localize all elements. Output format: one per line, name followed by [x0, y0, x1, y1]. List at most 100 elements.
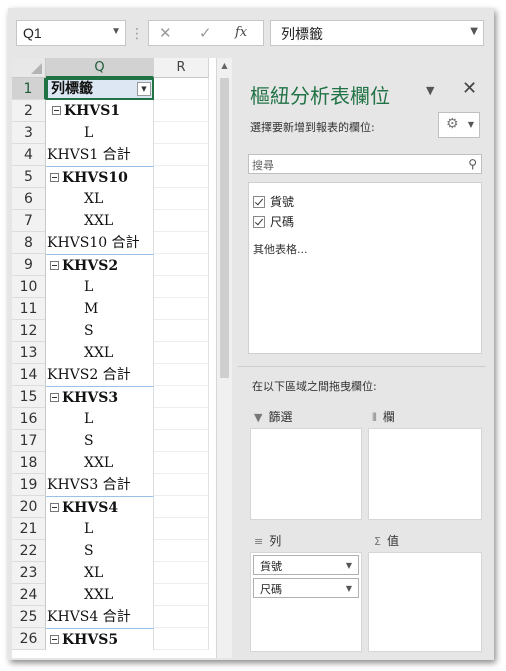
filter-dropdown-icon[interactable]: ▼ [137, 82, 151, 96]
empty-cell[interactable] [154, 254, 209, 276]
collapse-minus-icon[interactable] [50, 635, 59, 644]
empty-cell[interactable] [154, 78, 209, 100]
row-header[interactable]: 7 [12, 210, 46, 232]
collapse-minus-icon[interactable] [50, 503, 59, 512]
empty-cell[interactable] [154, 210, 209, 232]
column-header-q[interactable]: Q [46, 58, 154, 78]
row-header[interactable]: 21 [12, 518, 46, 540]
empty-cell[interactable] [154, 584, 209, 606]
pivot-cell[interactable]: S [46, 430, 154, 452]
pivot-group-cell[interactable]: KHVS2 [46, 254, 154, 276]
collapse-minus-icon[interactable] [50, 261, 59, 270]
empty-cell[interactable] [154, 232, 209, 254]
pivot-cell[interactable]: L [46, 408, 154, 430]
row-field-chip[interactable]: 尺碼 ▼ [253, 578, 359, 598]
filters-drop-area[interactable] [250, 428, 362, 520]
pivot-cell[interactable]: S [46, 320, 154, 342]
pivot-cell[interactable]: XL [46, 562, 154, 584]
row-header[interactable]: 18 [12, 452, 46, 474]
rows-drop-area[interactable]: 貨號 ▼ 尺碼 ▼ [250, 552, 362, 652]
pivot-cell[interactable]: L [46, 122, 154, 144]
row-header[interactable]: 23 [12, 562, 46, 584]
column-header-r[interactable]: R [154, 58, 209, 78]
pivot-cell[interactable]: M [46, 298, 154, 320]
row-header[interactable]: 15 [12, 386, 46, 408]
name-box[interactable]: Q1 ▼ [16, 20, 126, 46]
row-header[interactable]: 13 [12, 342, 46, 364]
collapse-minus-icon[interactable] [50, 173, 59, 182]
pivot-cell[interactable]: KHVS4 合計 [46, 606, 154, 628]
row-header[interactable]: 22 [12, 540, 46, 562]
pivot-cell[interactable]: XL [46, 188, 154, 210]
row-header[interactable]: 10 [12, 276, 46, 298]
pivot-group-cell[interactable]: KHVS3 [46, 386, 154, 408]
pivot-cell[interactable]: L [46, 518, 154, 540]
close-icon[interactable]: ✕ [462, 78, 477, 99]
row-header[interactable]: 24 [12, 584, 46, 606]
empty-cell[interactable] [154, 144, 209, 166]
row-header[interactable]: 25 [12, 606, 46, 628]
empty-cell[interactable] [154, 518, 209, 540]
field-item[interactable]: 貨號 [253, 193, 294, 210]
more-tables-link[interactable]: 其他表格... [253, 241, 308, 257]
pivot-group-cell[interactable]: KHVS1 [46, 100, 154, 122]
empty-cell[interactable] [154, 628, 209, 650]
pivot-group-cell[interactable]: KHVS10 [46, 166, 154, 188]
collapse-minus-icon[interactable] [50, 393, 59, 402]
row-header[interactable]: 14 [12, 364, 46, 386]
pivot-cell[interactable]: KHVS1 合計 [46, 144, 154, 166]
row-header[interactable]: 5 [12, 166, 46, 188]
columns-drop-area[interactable] [368, 428, 482, 520]
empty-cell[interactable] [154, 364, 209, 386]
empty-cell[interactable] [154, 496, 209, 518]
pivot-cell[interactable]: KHVS2 合計 [46, 364, 154, 386]
pivot-cell[interactable]: KHVS10 合計 [46, 232, 154, 254]
empty-cell[interactable] [154, 188, 209, 210]
empty-cell[interactable] [154, 122, 209, 144]
scroll-thumb[interactable] [220, 78, 229, 378]
tools-gear-button[interactable]: ⚙ ▼ [438, 112, 480, 138]
cancel-icon[interactable]: ✕ [159, 24, 172, 42]
empty-cell[interactable] [154, 276, 209, 298]
row-header[interactable]: 11 [12, 298, 46, 320]
row-header[interactable]: 20 [12, 496, 46, 518]
pivot-cell[interactable]: L [46, 276, 154, 298]
pane-options-chevron-icon[interactable]: ▼ [426, 84, 434, 97]
pivot-cell[interactable]: XXL [46, 342, 154, 364]
empty-cell[interactable] [154, 386, 209, 408]
empty-cell[interactable] [154, 474, 209, 496]
pane-divider[interactable] [238, 366, 486, 367]
row-header[interactable]: 2 [12, 100, 46, 122]
row-header[interactable]: 8 [12, 232, 46, 254]
empty-cell[interactable] [154, 606, 209, 628]
values-drop-area[interactable] [368, 552, 482, 652]
row-field-chip[interactable]: 貨號 ▼ [253, 555, 359, 575]
row-header[interactable]: 16 [12, 408, 46, 430]
empty-cell[interactable] [154, 100, 209, 122]
empty-cell[interactable] [154, 320, 209, 342]
select-all-corner[interactable] [12, 58, 46, 78]
empty-cell[interactable] [154, 408, 209, 430]
empty-cell[interactable] [154, 562, 209, 584]
insert-function-icon[interactable]: fx [235, 25, 247, 40]
pivot-cell[interactable]: S [46, 540, 154, 562]
empty-cell[interactable] [154, 452, 209, 474]
row-header[interactable]: 1 [12, 78, 46, 100]
row-header[interactable]: 4 [12, 144, 46, 166]
row-header[interactable]: 12 [12, 320, 46, 342]
expand-formula-icon[interactable]: ▼ [470, 26, 478, 37]
vertical-scrollbar[interactable]: ▲ [216, 58, 232, 658]
chevron-down-icon[interactable]: ▼ [346, 561, 352, 570]
checkbox-checked-icon[interactable] [253, 196, 265, 208]
empty-cell[interactable] [154, 298, 209, 320]
pivot-cell[interactable]: KHVS3 合計 [46, 474, 154, 496]
field-item[interactable]: 尺碼 [253, 213, 294, 230]
pivot-group-cell[interactable]: KHVS5 [46, 628, 154, 650]
empty-cell[interactable] [154, 430, 209, 452]
chevron-down-icon[interactable]: ▼ [346, 584, 352, 593]
pivot-header-cell[interactable]: 列標籤 ▼ [46, 78, 154, 100]
empty-cell[interactable] [154, 166, 209, 188]
pivot-cell[interactable]: XXL [46, 584, 154, 606]
checkbox-checked-icon[interactable] [253, 216, 265, 228]
row-header[interactable]: 17 [12, 430, 46, 452]
